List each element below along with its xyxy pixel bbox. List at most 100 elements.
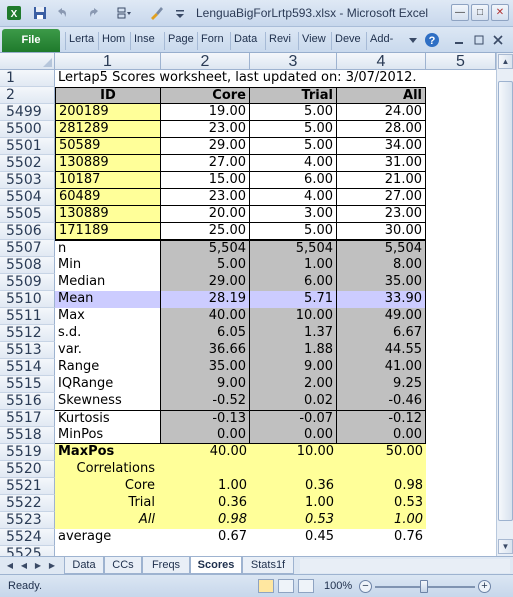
zoom-slider-thumb[interactable] [420,580,428,593]
ribbon-restore-icon[interactable] [452,32,468,48]
value-cell[interactable]: 0.00 [250,427,337,444]
label-cell[interactable]: Median [55,274,161,291]
undo-icon[interactable] [54,5,70,21]
tab-view[interactable]: View [298,32,326,50]
value-cell[interactable]: 19.00 [161,104,250,121]
value-cell[interactable]: 24.00 [337,104,426,121]
value-cell[interactable]: 4.00 [250,155,337,172]
label-cell[interactable]: MinPos [55,427,161,444]
value-cell[interactable]: 28.19 [161,291,250,308]
label-cell[interactable]: Kurtosis [55,410,161,427]
value-cell[interactable]: 10.00 [250,308,337,325]
row-header[interactable]: 5511 [0,308,55,325]
prev-sheet-icon[interactable]: ◀ [18,559,30,572]
label-cell[interactable] [55,546,161,556]
row-header[interactable]: 5509 [0,274,55,291]
row-header[interactable]: 5514 [0,359,55,376]
tab-data[interactable]: Data [230,32,257,50]
value-cell[interactable]: 6.67 [337,325,426,342]
value-cell[interactable]: 0.53 [250,512,337,529]
value-cell[interactable]: 5.00 [250,223,337,240]
first-sheet-icon[interactable]: ◀ [4,559,16,572]
excel-app-icon[interactable]: X [6,5,22,21]
column-header-2[interactable]: 2 [161,53,250,70]
label-cell[interactable]: Mean [55,291,161,308]
row-header[interactable]: 5523 [0,512,55,529]
value-cell[interactable] [161,546,250,556]
label-cell[interactable]: 10187 [55,172,161,189]
page-layout-view-icon[interactable] [278,579,294,593]
row-header[interactable]: 5522 [0,495,55,512]
row-header[interactable]: 5512 [0,325,55,342]
label-cell[interactable]: s.d. [55,325,161,342]
value-cell[interactable]: 2.00 [250,376,337,393]
value-cell[interactable] [250,546,337,556]
tab-home[interactable]: Hom [98,32,125,50]
value-cell[interactable]: 9.00 [161,376,250,393]
last-sheet-icon[interactable]: ▶ [46,559,58,572]
value-cell[interactable]: 10.00 [250,444,337,461]
value-cell[interactable]: 0.67 [161,529,250,546]
column-header-1[interactable]: 1 [55,53,161,70]
value-cell[interactable]: 3.00 [250,206,337,223]
value-cell[interactable]: 44.55 [337,342,426,359]
worksheet-grid[interactable]: 1 Lertap5 Scores worksheet, last updated … [0,70,496,556]
maximize-button[interactable]: □ [471,4,489,21]
value-cell[interactable]: 20.00 [161,206,250,223]
label-cell[interactable]: Core [55,478,161,495]
value-cell[interactable]: 5.71 [250,291,337,308]
tab-add-ins[interactable]: Add- [366,32,393,50]
select-all-corner[interactable] [0,53,55,70]
sheet-tab-freqs[interactable]: Freqs [142,557,190,574]
row-header[interactable]: 5515 [0,376,55,393]
tab-review[interactable]: Revi [265,32,291,50]
column-title-cell[interactable]: ID [55,87,161,104]
value-cell[interactable]: 1.88 [250,342,337,359]
ribbon-close-icon[interactable] [490,32,506,48]
value-cell[interactable]: 23.00 [337,206,426,223]
label-cell[interactable]: 281289 [55,121,161,138]
tab-lertap[interactable]: Lerta [65,32,94,50]
value-cell[interactable]: 0.36 [250,478,337,495]
row-header[interactable]: 5504 [0,189,55,206]
value-cell[interactable]: 23.00 [161,189,250,206]
label-cell[interactable]: Max [55,308,161,325]
row-header[interactable]: 5501 [0,138,55,155]
value-cell[interactable]: -0.07 [250,410,337,427]
value-cell[interactable]: 40.00 [161,444,250,461]
vertical-scrollbar[interactable]: ▲ ▼ [496,53,513,556]
zoom-out-icon[interactable]: − [359,580,372,593]
customize-icon[interactable] [172,5,188,21]
value-cell[interactable]: 5.00 [250,121,337,138]
value-cell[interactable]: 28.00 [337,121,426,138]
label-cell[interactable]: 50589 [55,138,161,155]
scroll-up-arrow-icon[interactable]: ▲ [498,54,513,69]
worksheet-title[interactable]: Lertap5 Scores worksheet, last updated o… [55,70,496,87]
label-cell[interactable]: 60489 [55,189,161,206]
value-cell[interactable] [161,461,250,478]
close-button[interactable]: ✕ [491,4,509,21]
brush-icon[interactable] [148,5,164,21]
label-cell[interactable]: 171189 [55,223,161,240]
save-icon[interactable] [32,5,48,21]
value-cell[interactable]: 33.90 [337,291,426,308]
tab-page-layout[interactable]: Page [164,32,194,50]
label-cell[interactable]: Trial [55,495,161,512]
page-break-view-icon[interactable] [298,579,314,593]
row-header[interactable]: 5506 [0,223,55,240]
value-cell[interactable]: -0.12 [337,410,426,427]
row-header[interactable]: 5513 [0,342,55,359]
label-cell[interactable]: Correlations [55,461,161,478]
tab-insert[interactable]: Inse [130,32,155,50]
row-header[interactable]: 5521 [0,478,55,495]
value-cell[interactable]: 0.98 [337,478,426,495]
value-cell[interactable]: 35.00 [337,274,426,291]
row-header[interactable]: 5508 [0,257,55,274]
value-cell[interactable]: 5,504 [250,240,337,257]
row-header[interactable]: 5524 [0,529,55,546]
file-tab[interactable]: File [2,29,60,52]
row-header[interactable]: 5519 [0,444,55,461]
row-header[interactable]: 1 [0,70,55,87]
column-header-5[interactable]: 5 [426,53,496,70]
column-header-3[interactable]: 3 [250,53,337,70]
